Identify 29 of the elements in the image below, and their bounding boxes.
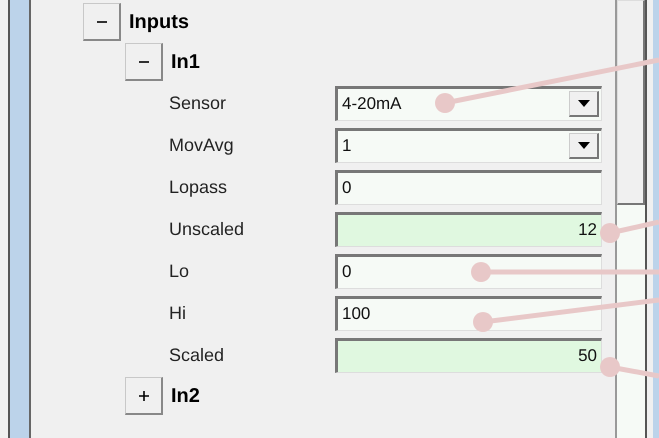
scrollbar[interactable]	[615, 0, 647, 438]
input-field[interactable]: 0	[335, 170, 602, 204]
tree-node-label[interactable]: In2	[171, 384, 200, 408]
collapse-button[interactable]	[125, 43, 163, 81]
scroll-thumb[interactable]	[617, 0, 645, 205]
plus-icon	[138, 390, 148, 400]
caret-icon	[578, 142, 590, 149]
collapse-button[interactable]	[83, 3, 121, 41]
dropdown-field[interactable]: 1	[335, 128, 602, 162]
property-label: Hi	[169, 302, 187, 324]
expand-button[interactable]	[125, 377, 163, 415]
property-label: Lo	[169, 260, 190, 282]
input-field[interactable]: 0	[335, 254, 602, 288]
leader-line	[600, 220, 659, 243]
minus-icon	[138, 60, 148, 62]
property-label: MovAvg	[169, 134, 235, 156]
leader-line	[600, 357, 659, 378]
caret-icon	[578, 100, 590, 107]
property-label: Sensor	[169, 92, 228, 114]
property-label: Lopass	[169, 176, 228, 198]
readout-field: 50	[335, 338, 602, 372]
tree-node-label[interactable]: Inputs	[129, 10, 189, 34]
property-label: Unscaled	[169, 218, 246, 240]
dropdown-field[interactable]: 4-20mA	[335, 86, 602, 120]
tree-node-label[interactable]: In1	[171, 50, 200, 74]
input-field[interactable]: 100	[335, 296, 602, 330]
property-label: Scaled	[169, 344, 226, 366]
minus-icon	[96, 20, 106, 22]
readout-field: 12	[335, 212, 602, 246]
